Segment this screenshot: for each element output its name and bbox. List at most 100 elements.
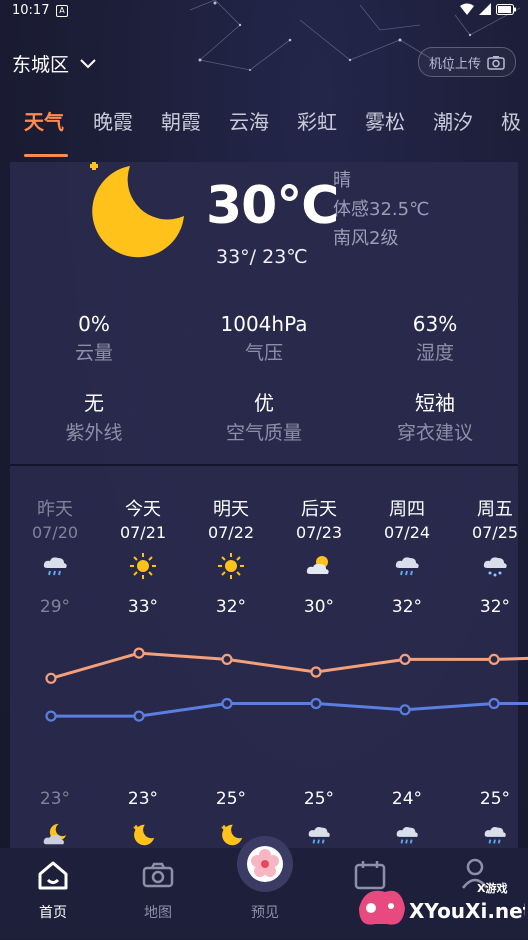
forecast-low: 23° <box>39 789 71 809</box>
forecast-day-name: 昨天 <box>37 499 73 520</box>
signal-icon <box>479 3 491 15</box>
forecast-high: 30° <box>303 597 335 617</box>
forecast-low: 23° <box>127 789 159 809</box>
tab-sea-of-clouds[interactable]: 云海 <box>229 106 269 135</box>
moon-icon <box>90 162 184 258</box>
forecast-day[interactable]: 昨天 07/20 <box>20 495 90 542</box>
low-temp-point <box>488 697 500 710</box>
low-temp-line <box>51 702 528 718</box>
tab-aurora[interactable]: 极 <box>501 106 521 135</box>
forecast-fab-button[interactable] <box>237 836 293 892</box>
location-selector[interactable]: 东城区 <box>12 50 97 77</box>
current-condition: 晴 <box>333 170 351 191</box>
forecast-day-name: 周四 <box>389 499 425 520</box>
active-tab-indicator <box>24 154 68 157</box>
sun-icon <box>217 552 245 584</box>
forecast-day-name: 明天 <box>213 499 249 520</box>
flower-icon <box>247 846 283 882</box>
sun-icon <box>129 552 157 584</box>
section-divider <box>10 464 518 466</box>
stat-label: 空气质量 <box>225 422 302 444</box>
partly-cloudy-icon <box>305 552 333 584</box>
forecast-high: 29° <box>39 597 71 617</box>
tab-sunrise[interactable]: 朝霞 <box>161 106 201 135</box>
stat-value: 短袖 <box>415 391 455 415</box>
upload-spot-button[interactable]: 机位上传 <box>417 47 516 77</box>
tab-tide[interactable]: 潮汐 <box>433 106 473 135</box>
high-temp-point <box>488 653 500 665</box>
stat-label: 气压 <box>244 342 283 364</box>
chevron-down-icon <box>80 58 96 68</box>
stat-air-quality: 优 空气质量 <box>184 387 344 445</box>
forecast-low: 25° <box>303 789 335 809</box>
forecast-low: 24° <box>391 789 423 809</box>
high-temp-line <box>50 651 528 680</box>
stat-label: 湿度 <box>415 342 454 364</box>
nav-map-label: 地图 <box>144 905 172 921</box>
stat-value: 0% <box>78 312 110 336</box>
low-temp-point <box>133 710 145 722</box>
forecast-high: 32° <box>391 597 423 617</box>
rain-cloud-icon <box>41 552 69 584</box>
wind: 南风2级 <box>333 228 399 249</box>
stat-value: 1004hPa <box>220 312 308 336</box>
tab-rainbow[interactable]: 彩虹 <box>297 106 337 135</box>
forecast-date: 07/22 <box>207 523 255 542</box>
location-name: 东城区 <box>12 54 70 76</box>
tab-rime[interactable]: 雾松 <box>365 106 405 135</box>
forecast-day[interactable]: 今天 07/21 <box>108 495 178 542</box>
high-temp-point <box>399 653 411 665</box>
forecast-high: 33° <box>127 597 159 617</box>
camera-icon <box>487 55 505 70</box>
low-temp-point <box>221 697 233 710</box>
watermark-logo: X游戏 XYouXi.net <box>355 878 528 936</box>
tab-sunset[interactable]: 晚霞 <box>93 106 133 135</box>
high-temp-point <box>133 647 145 659</box>
forecast-low: 25° <box>215 789 247 809</box>
today-high-low: 33°/ 23℃ <box>216 246 308 268</box>
status-bar: 10:17 A <box>0 0 528 24</box>
stat-cloud-cover: 0% 云量 <box>14 312 174 365</box>
low-temp-point <box>45 710 57 722</box>
low-temp-point <box>310 697 322 710</box>
tab-weather[interactable]: 天气 <box>24 106 64 135</box>
forecast-day-name: 后天 <box>301 499 337 520</box>
forecast-day-name: 周五 <box>477 499 513 520</box>
forecast-low: 25° <box>479 789 511 809</box>
high-temp-point <box>310 666 322 678</box>
temperature-chart <box>45 647 528 722</box>
stat-label: 紫外线 <box>65 422 123 444</box>
forecast-high: 32° <box>479 597 511 617</box>
category-tabs: 天气 晚霞 朝霞 云海 彩虹 雾松 潮汐 极 <box>0 106 528 157</box>
status-time: 10:17 <box>12 3 50 18</box>
high-temp-point <box>45 672 57 684</box>
current-temperature: 30℃ <box>206 176 339 236</box>
stat-clothing: 短袖 穿衣建议 <box>355 387 515 445</box>
stat-value: 63% <box>412 312 458 336</box>
forecast-day[interactable]: 周五 07/25 <box>460 495 528 542</box>
snow-rain-icon <box>481 552 509 584</box>
forecast-date: 07/21 <box>119 523 167 542</box>
upload-spot-label: 机位上传 <box>428 56 481 72</box>
rain-cloud-icon <box>393 552 421 584</box>
stat-uv: 无 紫外线 <box>14 387 174 445</box>
nav-home-label: 首页 <box>39 905 67 921</box>
high-temp-point <box>221 653 233 665</box>
feels-like: 体感32.5℃ <box>333 199 430 220</box>
stat-label: 穿衣建议 <box>396 422 473 444</box>
stat-label: 云量 <box>74 342 113 364</box>
forecast-day[interactable]: 后天 07/23 <box>284 495 354 542</box>
status-icons <box>460 3 516 15</box>
forecast-day[interactable]: 周四 07/24 <box>372 495 442 542</box>
forecast-day-name: 今天 <box>125 499 161 520</box>
stat-value: 优 <box>254 391 274 415</box>
forecast-date: 07/24 <box>383 523 431 542</box>
wifi-icon <box>460 3 474 15</box>
forecast-date: 07/25 <box>471 523 519 542</box>
watermark-top-text: X游戏 <box>477 881 507 895</box>
forecast-high: 32° <box>215 597 247 617</box>
forecast-date: 07/20 <box>31 523 79 542</box>
forecast-date: 07/23 <box>295 523 343 542</box>
stat-value: 无 <box>84 391 104 415</box>
forecast-day[interactable]: 明天 07/22 <box>196 495 266 542</box>
